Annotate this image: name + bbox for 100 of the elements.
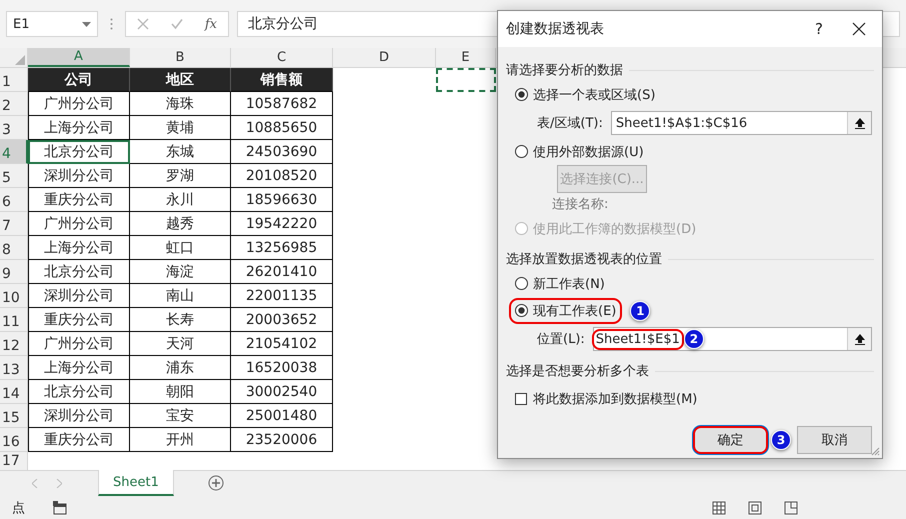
table-cell: 深圳分公司 <box>28 284 130 308</box>
table-cell: 21054102 <box>231 332 333 356</box>
resize-grip-icon[interactable] <box>871 447 880 456</box>
table-cell: 13256985 <box>231 236 333 260</box>
table-cell: 黄埔 <box>130 116 231 140</box>
row-header[interactable]: 4 <box>0 140 28 164</box>
section-heading: 选择放置数据透视表的位置 <box>506 251 662 268</box>
row-header[interactable]: 14 <box>0 380 28 404</box>
table-cell: 10587682 <box>231 92 333 116</box>
row-header[interactable]: 9 <box>0 260 28 284</box>
column-header[interactable]: D <box>333 48 436 67</box>
row-header[interactable]: 17 <box>0 452 28 471</box>
name-box[interactable]: E1 <box>6 11 98 37</box>
table-cell: 广州分公司 <box>28 92 130 116</box>
input-field[interactable]: Sheet1!$E$1 2 <box>592 327 872 351</box>
radio-button[interactable] <box>515 88 528 101</box>
table-cell: 上海分公司 <box>28 236 130 260</box>
row-header[interactable]: 16 <box>0 428 28 452</box>
highlighted-radio-option[interactable]: 现有工作表(E) <box>509 298 622 324</box>
table-cell: 深圳分公司 <box>28 164 130 188</box>
section-heading: 请选择要分析的数据 <box>506 62 623 79</box>
table-cell: 朝阳 <box>130 380 231 404</box>
table-cell: 30002540 <box>231 380 333 404</box>
field-label: 表/区域(T): <box>537 115 603 132</box>
check-icon[interactable] <box>170 18 183 30</box>
up-arrow-icon <box>854 118 864 128</box>
table-cell: 海淀 <box>130 260 231 284</box>
input-field[interactable]: Sheet1!$A$1:$C$16 <box>610 111 872 135</box>
page-layout-icon[interactable] <box>748 500 762 514</box>
row-header[interactable]: 7 <box>0 212 28 236</box>
table-cell: 18596630 <box>231 188 333 212</box>
column-header[interactable]: B <box>130 48 231 67</box>
table-cell: 广州分公司 <box>28 332 130 356</box>
table-cell: 海珠 <box>130 92 231 116</box>
table-cell: 20003652 <box>231 308 333 332</box>
table-cell: 罗湖 <box>130 164 231 188</box>
row-header[interactable]: 6 <box>0 188 28 212</box>
column-heading-cell: 地区 <box>130 68 231 92</box>
table-cell: 越秀 <box>130 212 231 236</box>
table-cell: 广州分公司 <box>28 212 130 236</box>
up-arrow-icon <box>854 334 864 344</box>
insert-function-button[interactable]: fx <box>204 16 217 32</box>
table-cell: 上海分公司 <box>28 356 130 380</box>
radio-button[interactable] <box>515 304 528 317</box>
table-cell: 南山 <box>130 284 231 308</box>
close-icon[interactable] <box>852 22 866 36</box>
radio-option[interactable]: 新工作表(N) <box>509 270 611 296</box>
table-cell: 深圳分公司 <box>28 404 130 428</box>
step-number-badge: 1 <box>630 300 650 320</box>
normal-view-icon[interactable] <box>712 500 726 514</box>
radio-button[interactable] <box>515 145 528 158</box>
row-header[interactable]: 1 <box>0 68 28 92</box>
row-header[interactable]: 13 <box>0 356 28 380</box>
table-cell: 长寿 <box>130 308 231 332</box>
row-header[interactable]: 10 <box>0 284 28 308</box>
ok-button[interactable]: 确定 <box>693 426 768 454</box>
table-cell: 永川 <box>130 188 231 212</box>
help-button[interactable]: ? <box>796 20 842 38</box>
cancel-button[interactable]: 取消 <box>797 426 872 454</box>
status-text: 点 <box>12 500 25 516</box>
column-header[interactable]: E <box>436 48 496 67</box>
table-cell: 北京分公司 <box>28 140 130 164</box>
checkbox[interactable] <box>515 393 527 405</box>
table-cell: 10885650 <box>231 116 333 140</box>
radio-option[interactable]: 选择一个表或区域(S) <box>509 82 662 108</box>
table-cell: 25001480 <box>231 404 333 428</box>
grip-icon <box>110 18 113 30</box>
sheet-tab[interactable]: Sheet1 <box>98 470 174 496</box>
dialog-title: 创建数据透视表 <box>506 20 605 38</box>
table-cell: 开州 <box>130 428 231 452</box>
collapse-button[interactable] <box>847 112 871 134</box>
table-cell: 宝安 <box>130 404 231 428</box>
page-break-icon[interactable] <box>784 500 798 514</box>
table-cell: 重庆分公司 <box>28 188 130 212</box>
row-header[interactable]: 11 <box>0 308 28 332</box>
table-cell: 北京分公司 <box>28 260 130 284</box>
table-cell: 16520038 <box>231 356 333 380</box>
table-cell: 虹口 <box>130 236 231 260</box>
add-sheet-icon[interactable] <box>208 475 224 491</box>
step-number-badge: 3 <box>771 430 791 450</box>
column-header[interactable]: A <box>28 48 130 67</box>
table-cell: 重庆分公司 <box>28 428 130 452</box>
collapse-button[interactable] <box>847 328 871 350</box>
table-cell: 24503690 <box>231 140 333 164</box>
row-header[interactable]: 15 <box>0 404 28 428</box>
table-cell: 上海分公司 <box>28 116 130 140</box>
section-heading: 选择是否想要分析多个表 <box>506 363 649 380</box>
column-header[interactable]: C <box>231 48 333 67</box>
radio-option[interactable]: 使用外部数据源(U) <box>509 138 650 164</box>
table-cell: 19542220 <box>231 212 333 236</box>
row-header[interactable]: 12 <box>0 332 28 356</box>
row-header[interactable]: 2 <box>0 92 28 116</box>
table-cell: 23520006 <box>231 428 333 452</box>
row-header[interactable]: 5 <box>0 164 28 188</box>
radio-button[interactable] <box>515 277 528 290</box>
table-cell: 天河 <box>130 332 231 356</box>
column-heading-cell: 公司 <box>28 68 130 92</box>
checkbox-label[interactable]: 将此数据添加到数据模型(M) <box>533 390 698 408</box>
row-header[interactable]: 3 <box>0 116 28 140</box>
row-header[interactable]: 8 <box>0 236 28 260</box>
